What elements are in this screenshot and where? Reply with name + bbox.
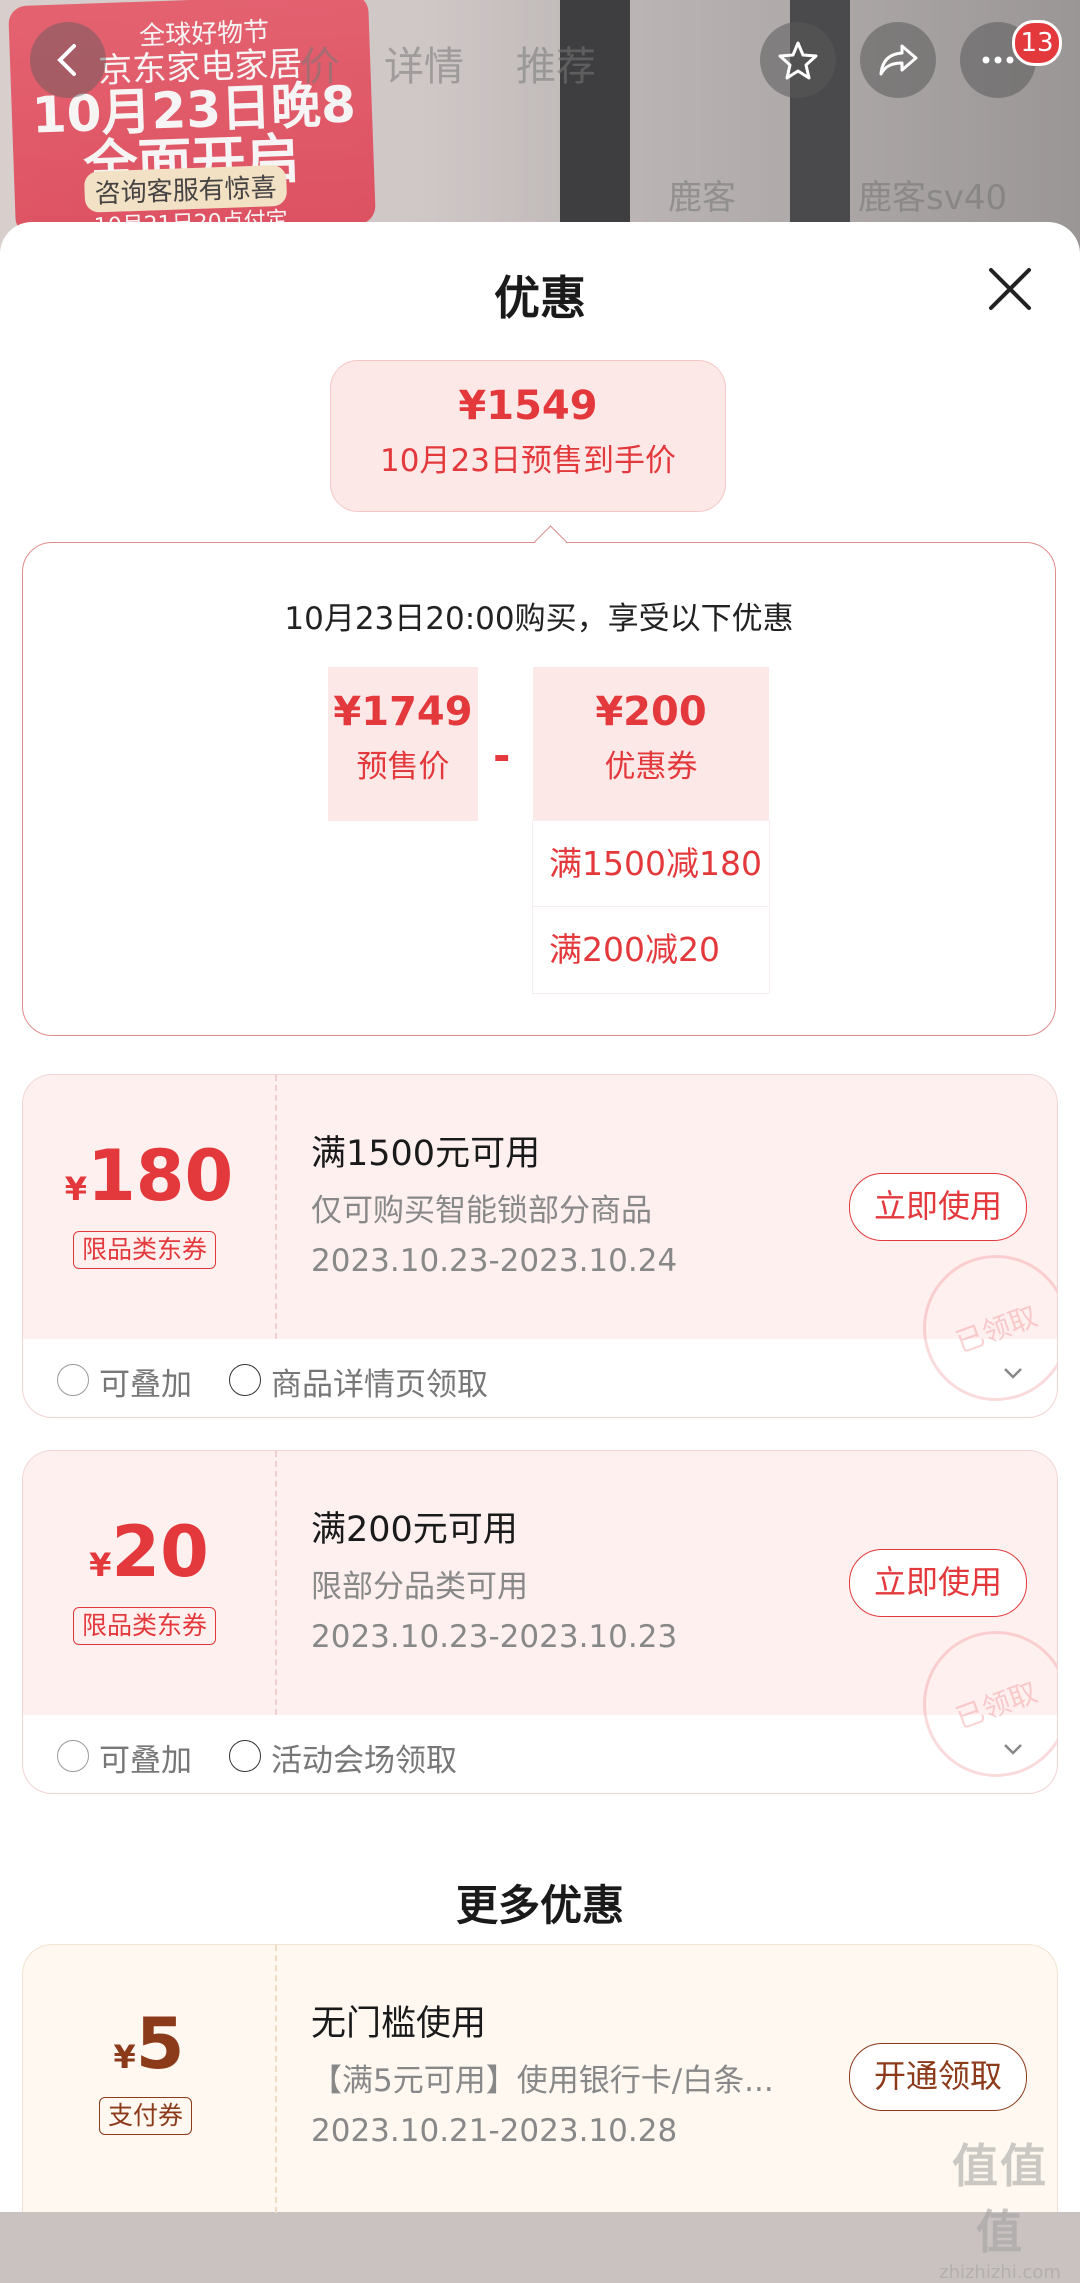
chevron-left-icon xyxy=(57,44,76,76)
coupon-type-tag: 支付券 xyxy=(99,2097,193,2135)
coupon-breakdown-row: 满200减20 xyxy=(533,907,769,993)
stack-icon xyxy=(57,1740,89,1772)
price-calculation-box: 10月23日20:00购买，享受以下优惠 ¥1749 预售价 - ¥200 优惠… xyxy=(22,525,1056,1036)
spec-tag[interactable]: 鹿客 xyxy=(668,170,736,219)
final-price-value: ¥1549 xyxy=(458,383,598,429)
coupon-total-cell: ¥200 优惠券 xyxy=(533,667,769,821)
coupon-type-tag: 限品类东券 xyxy=(73,1607,217,1645)
chevron-down-icon[interactable] xyxy=(1001,1361,1025,1385)
site-watermark: 值值值 zhizhizhi.com xyxy=(930,2130,1070,2283)
coupon-source: 活动会场领取 xyxy=(271,1743,457,1779)
activate-claim-button[interactable]: 开通领取 xyxy=(849,2043,1027,2111)
coupon-divider xyxy=(275,1451,277,1715)
coupon-title: 满200元可用 xyxy=(311,1510,518,1550)
minus-operator: - xyxy=(493,731,511,780)
payment-coupon-card: ¥5 支付券 无门槛使用 【满5元可用】使用银行卡/白条... 2023.10.… xyxy=(22,1944,1058,2213)
coupon-amount: ¥5 xyxy=(23,2003,275,2085)
currency-symbol: ¥ xyxy=(64,1170,88,1208)
more-offers-title: 更多优惠 xyxy=(455,1881,624,1930)
calc-heading: 10月23日20:00购买，享受以下优惠 xyxy=(284,601,794,637)
stackable-label: 可叠加 xyxy=(99,1367,192,1403)
coupon-card: ¥20 限品类东券 满200元可用 限部分品类可用 2023.10.23-202… xyxy=(22,1450,1058,1794)
final-price-label: 10月23日预售到手价 xyxy=(380,443,676,479)
back-button[interactable] xyxy=(30,22,106,98)
coupon-divider xyxy=(275,1945,277,2213)
sheet-title: 优惠 xyxy=(494,271,586,325)
close-icon[interactable] xyxy=(985,264,1035,314)
currency-symbol: ¥ xyxy=(89,1546,112,1584)
coupon-amount-value: 20 xyxy=(111,1511,209,1593)
coupon-footer[interactable]: 可叠加 商品详情页领取 xyxy=(23,1339,1057,1417)
product-header-background: 全球好物节 京东家电家居 10月23日晚8 全面开启 咨询客服有惊喜 10月21… xyxy=(0,0,1080,260)
share-icon xyxy=(879,44,918,76)
coupon-date: 2023.10.23-2023.10.23 xyxy=(311,1619,678,1655)
presale-price-cell: ¥1749 预售价 xyxy=(328,667,478,821)
tab-recommend[interactable]: 推荐 xyxy=(516,34,596,92)
stackable-label: 可叠加 xyxy=(99,1743,192,1779)
coupon-amount: ¥180 xyxy=(23,1135,275,1217)
watermark-url: zhizhizhi.com xyxy=(939,2262,1061,2283)
ticket-icon xyxy=(229,1364,261,1396)
stack-icon xyxy=(57,1364,89,1396)
coupon-desc: 仅可购买智能锁部分商品 xyxy=(311,1193,652,1229)
tab-price[interactable]: 价 xyxy=(300,34,340,92)
coupon-total-label: 优惠券 xyxy=(604,749,698,785)
tab-details[interactable]: 详情 xyxy=(384,34,464,92)
coupon-breakdown-row: 满1500减180 xyxy=(533,821,769,907)
share-button[interactable] xyxy=(860,22,936,98)
use-now-button[interactable]: 立即使用 xyxy=(849,1549,1027,1617)
coupon-amount-value: 180 xyxy=(87,1135,234,1217)
currency-symbol: ¥ xyxy=(113,2038,136,2076)
spec-tag[interactable]: 鹿客sv40 xyxy=(858,170,1007,219)
coupon-date: 2023.10.23-2023.10.24 xyxy=(311,1243,678,1279)
coupon-source: 商品详情页领取 xyxy=(271,1367,488,1403)
star-icon xyxy=(778,41,818,80)
coupon-total-value: ¥200 xyxy=(595,689,707,735)
coupon-title: 无门槛使用 xyxy=(311,2004,487,2044)
coupon-desc: 限部分品类可用 xyxy=(311,1569,528,1605)
watermark-logo: 值值值 xyxy=(952,2139,1048,2259)
presale-price-label: 预售价 xyxy=(356,749,450,785)
callout-notch xyxy=(534,525,567,558)
favorite-button[interactable] xyxy=(760,22,836,98)
coupon-date: 2023.10.21-2023.10.28 xyxy=(311,2113,678,2149)
coupon-type-tag: 限品类东券 xyxy=(73,1231,217,1269)
ticket-icon xyxy=(229,1740,261,1772)
coupon-card: ¥180 限品类东券 满1500元可用 仅可购买智能锁部分商品 2023.10.… xyxy=(22,1074,1058,1418)
chevron-down-icon[interactable] xyxy=(1001,1737,1025,1761)
presale-price-value: ¥1749 xyxy=(333,689,473,735)
coupon-title: 满1500元可用 xyxy=(311,1134,541,1174)
final-price-bubble: ¥1549 10月23日预售到手价 xyxy=(330,360,726,512)
coupon-divider xyxy=(275,1075,277,1339)
coupon-desc: 【满5元可用】使用银行卡/白条... xyxy=(311,2063,774,2099)
coupon-amount: ¥20 xyxy=(23,1511,275,1593)
coupon-amount-value: 5 xyxy=(135,2003,185,2085)
coupon-footer[interactable]: 可叠加 活动会场领取 xyxy=(23,1715,1057,1793)
notification-badge: 13 xyxy=(1012,20,1062,66)
use-now-button[interactable]: 立即使用 xyxy=(849,1173,1027,1241)
